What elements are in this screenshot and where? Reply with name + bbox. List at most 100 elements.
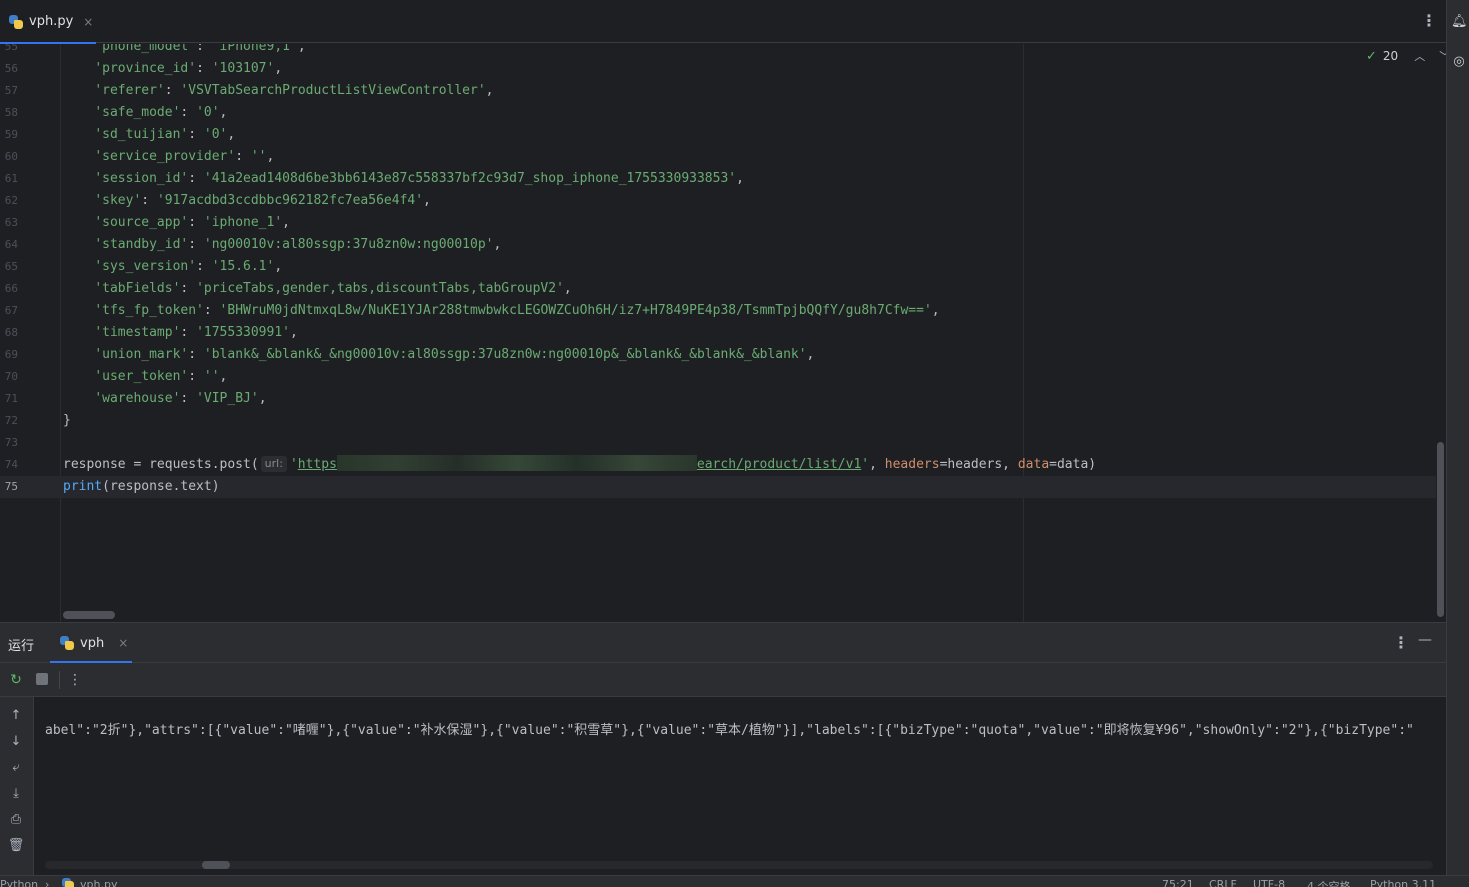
code-token: 'standby_id' xyxy=(94,237,189,252)
notifications-icon[interactable]: 🔔︎ xyxy=(1451,14,1468,30)
code-line[interactable]: 65 'sys_version': '15.6.1', xyxy=(0,256,1436,278)
file-encoding[interactable]: UTF-8 xyxy=(1253,878,1285,887)
close-icon[interactable]: × xyxy=(83,15,93,29)
line-number: 71 xyxy=(4,392,18,405)
code-editor[interactable]: 55 'phone_model': 'iPhone9,1', 56 'provin… xyxy=(0,44,1446,622)
code-line[interactable]: 55 'phone_model': 'iPhone9,1', xyxy=(0,44,1436,58)
code-line[interactable]: 63 'source_app': 'iphone_1', xyxy=(0,212,1436,234)
redacted-url-segment xyxy=(336,455,697,471)
breadcrumb-root[interactable]: Python xyxy=(0,878,38,887)
code-token: 'iphone_1' xyxy=(203,215,283,230)
editor-horizontal-scrollbar[interactable] xyxy=(63,611,115,619)
more-options-icon[interactable]: ⋮ xyxy=(1393,633,1409,652)
ai-assistant-icon[interactable]: ◎ xyxy=(1451,54,1467,70)
scroll-to-end-icon[interactable]: ⤓ xyxy=(7,785,25,803)
code-line[interactable]: 67 'tfs_fp_token': 'BHWruM0jdNtmxqL8w/Nu… xyxy=(0,300,1436,322)
run-tab-vph[interactable]: vph × xyxy=(50,623,132,663)
line-number: 72 xyxy=(4,414,18,427)
more-icon[interactable]: ⋮ xyxy=(66,671,84,689)
code-line[interactable]: 68 'timestamp': '1755330991', xyxy=(0,322,1436,344)
code-line[interactable]: 61 'session_id': '41a2ead1408d6be3bb6143… xyxy=(0,168,1436,190)
code-token: ' xyxy=(289,457,298,472)
code-token: , xyxy=(423,193,431,208)
code-line[interactable]: 59 'sd_tuijian': '0', xyxy=(0,124,1436,146)
code-token: 'service_provider' xyxy=(94,149,236,164)
code-token: '0' xyxy=(196,105,220,120)
code-token: 'union_mark' xyxy=(94,347,189,362)
run-tool-window-header: 运行 vph × ⋮ — xyxy=(0,622,1446,663)
code-token: : xyxy=(188,215,204,230)
print-icon[interactable]: ⎙ xyxy=(7,811,25,829)
code-token: 'blank&_&blank&_&ng00010v:al80ssgp:37u8z… xyxy=(203,347,807,362)
code-token: : xyxy=(180,281,197,296)
line-number: 62 xyxy=(4,194,18,207)
close-icon[interactable]: × xyxy=(118,636,128,650)
code-line[interactable]: 57 'referer': 'VSVTabSearchProductListVi… xyxy=(0,80,1436,102)
editor-vertical-scrollbar[interactable] xyxy=(1437,442,1444,617)
code-text: 'timestamp': '1755330991', xyxy=(63,322,298,344)
code-token: '41a2ead1408d6be3bb6143e87c558337bf2c93d… xyxy=(203,171,737,186)
python-run-config-icon xyxy=(60,636,74,650)
code-line[interactable]: 58 'safe_mode': '0', xyxy=(0,102,1436,124)
soft-wrap-icon[interactable]: ⤶ xyxy=(7,759,25,777)
trash-icon[interactable]: 🗑︎ xyxy=(7,837,25,855)
code-text: 'tfs_fp_token': 'BHWruM0jdNtmxqL8w/NuKE1… xyxy=(63,300,939,322)
code-line[interactable]: 70 'user_token': '', xyxy=(0,366,1436,388)
code-line[interactable]: 56 'province_id': '103107', xyxy=(0,58,1436,80)
code-text: 'standby_id': 'ng00010v:al80ssgp:37u8zn0… xyxy=(63,234,501,256)
code-line[interactable]: 75 print(response.text) xyxy=(0,476,1436,498)
line-number: 68 xyxy=(4,326,18,339)
code-token: 'iPhone9,1' xyxy=(211,44,298,54)
code-token: : xyxy=(203,303,220,318)
code-token: ' xyxy=(861,457,870,472)
code-token: : xyxy=(196,259,212,274)
chevron-down-icon[interactable]: ﹀ xyxy=(1439,48,1446,64)
code-line[interactable]: 73 xyxy=(0,432,1436,454)
code-text: } xyxy=(63,410,71,432)
line-number: 70 xyxy=(4,370,18,383)
code-line[interactable]: 72} xyxy=(0,410,1436,432)
line-number: 58 xyxy=(4,106,18,119)
indent-setting[interactable]: 4 个空格 xyxy=(1307,878,1351,887)
code-line[interactable]: 74 response = requests.post(url:'https ear… xyxy=(0,454,1436,476)
code-line[interactable]: 71 'warehouse': 'VIP_BJ', xyxy=(0,388,1436,410)
inspection-count: 20 xyxy=(1382,49,1399,63)
line-ending[interactable]: CRLF xyxy=(1209,878,1237,887)
rerun-icon[interactable]: ↻ xyxy=(7,671,25,689)
code-token: headers xyxy=(884,457,940,472)
code-token: , xyxy=(297,44,306,54)
scroll-down-icon[interactable]: ↓ xyxy=(7,733,25,751)
editor-tab-vph[interactable]: vph.py × xyxy=(0,0,96,44)
right-tool-strip: 🔔︎ ◎ xyxy=(1446,0,1469,875)
line-number: 59 xyxy=(4,128,18,141)
code-token: , xyxy=(227,127,236,142)
code-line[interactable]: 60 'service_provider': '', xyxy=(0,146,1436,168)
console-output-area[interactable]: abel":"2折"},"attrs":[{"value":"啫喱"},{"va… xyxy=(35,697,1446,875)
code-token: '103107' xyxy=(211,61,275,76)
code-token: } xyxy=(63,413,71,428)
chevron-up-icon[interactable]: ︿ xyxy=(1414,48,1425,64)
line-number: 73 xyxy=(4,436,18,449)
code-line[interactable]: 64 'standby_id': 'ng00010v:al80ssgp:37u8… xyxy=(0,234,1436,256)
more-actions-icon[interactable]: ⋮ xyxy=(1421,11,1437,30)
code-token: 'skey' xyxy=(94,193,142,208)
inspection-widget[interactable]: ✓ 20 ︿ ﹀ xyxy=(1366,48,1446,64)
python-interpreter[interactable]: Python 3.11 xyxy=(1370,878,1436,887)
code-line[interactable]: 66 'tabFields': 'priceTabs,gender,tabs,d… xyxy=(0,278,1436,300)
code-line[interactable]: 69 'union_mark': 'blank&_&blank&_&ng0001… xyxy=(0,344,1436,366)
code-token: response = requests.post( xyxy=(63,457,259,472)
console-horizontal-scrollbar[interactable] xyxy=(202,861,230,869)
code-token: : xyxy=(180,105,197,120)
line-number: 60 xyxy=(4,150,18,163)
code-line[interactable]: 62 'skey': '917acdbd3ccdbbc962182fc7ea56… xyxy=(0,190,1436,212)
caret-position[interactable]: 75:21 xyxy=(1162,878,1194,887)
stop-icon[interactable] xyxy=(36,673,48,685)
code-token: : xyxy=(235,149,251,164)
breadcrumb-file[interactable]: vph.py xyxy=(80,878,117,887)
scroll-up-icon[interactable]: ↑ xyxy=(7,707,25,725)
minimize-icon[interactable]: — xyxy=(1418,632,1432,648)
